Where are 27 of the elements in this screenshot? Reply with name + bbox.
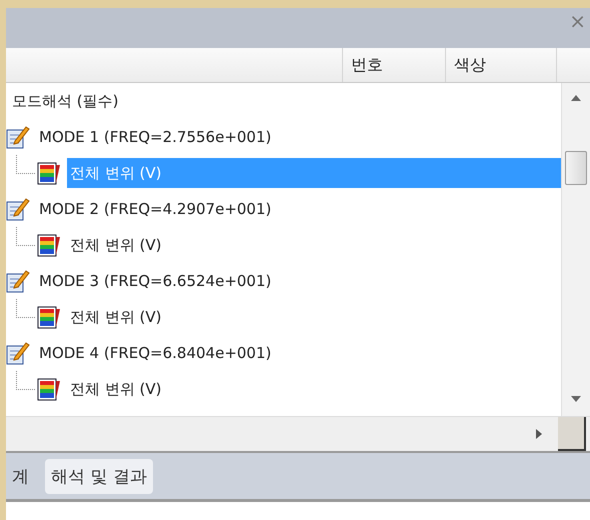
scroll-corner [558,417,586,451]
color-chart-icon [37,161,61,185]
color-chart-icon [37,377,61,401]
tab[interactable]: 계 [6,458,35,494]
edit-document-icon [6,341,30,365]
tree-item[interactable]: MODE 1 (FREQ=2.7556e+001) [36,122,274,152]
tree-item[interactable]: MODE 2 (FREQ=4.2907e+001) [36,194,274,224]
tree-item[interactable]: 모드해석 (필수) [9,86,122,116]
scroll-right-icon[interactable] [536,429,542,439]
tree-item[interactable]: 전체 변위 (V) [67,374,165,404]
color-chart-icon [37,305,61,329]
edit-document-icon [6,197,30,221]
scroll-thumb[interactable] [565,151,587,185]
edit-document-icon [6,125,30,149]
tree-item[interactable]: 전체 변위 (V) [67,230,165,260]
vertical-scrollbar[interactable] [561,83,590,416]
tree-item[interactable]: MODE 3 (FREQ=6.6524e+001) [36,266,274,296]
color-chart-icon [37,233,61,257]
tree-item[interactable]: 전체 변위 (V) [67,302,165,332]
column-header[interactable]: 번호 [343,48,446,82]
horizontal-scrollbar[interactable] [6,416,590,453]
tree-item[interactable]: MODE 4 (FREQ=6.8404e+001) [36,338,274,368]
column-header[interactable]: 색상 [446,48,557,82]
edit-document-icon [6,269,30,293]
scroll-down-icon[interactable] [571,396,581,402]
tab[interactable]: 해석 및 결과 [45,458,153,494]
scroll-up-icon[interactable] [571,95,581,101]
